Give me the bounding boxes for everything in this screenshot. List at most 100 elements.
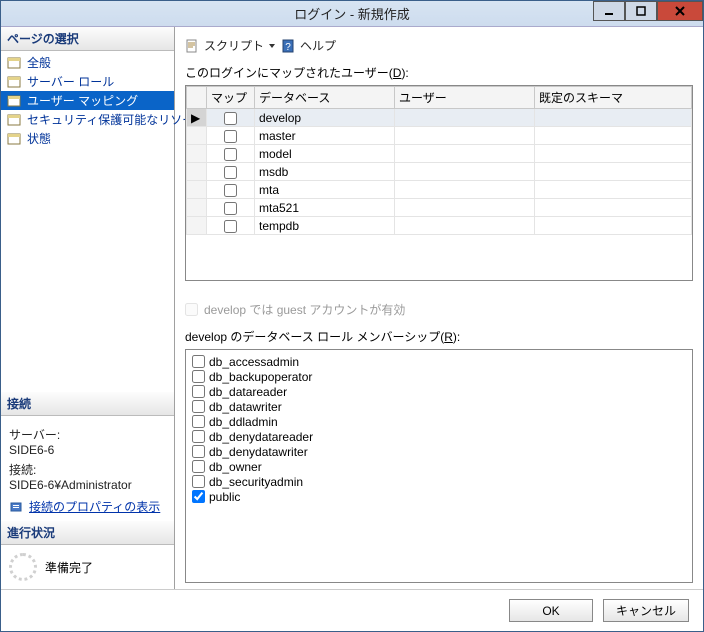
role-checkbox[interactable] — [192, 460, 205, 473]
role-item[interactable]: public — [192, 489, 686, 504]
page-icon — [7, 56, 23, 70]
row-header — [187, 145, 207, 163]
user-cell — [395, 109, 535, 127]
schema-cell — [535, 163, 692, 181]
role-checkbox[interactable] — [192, 355, 205, 368]
col-database[interactable]: データベース — [255, 87, 395, 109]
role-name: db_datareader — [209, 385, 287, 399]
page-icon — [7, 94, 23, 108]
map-checkbox[interactable] — [224, 184, 237, 197]
server-label: サーバー: — [9, 426, 166, 443]
map-checkbox[interactable] — [224, 148, 237, 161]
page-item-status[interactable]: 状態 — [1, 129, 174, 148]
col-schema[interactable]: 既定のスキーマ — [535, 87, 692, 109]
map-checkbox[interactable] — [224, 130, 237, 143]
minimize-button[interactable] — [593, 1, 625, 21]
page-item-server-roles[interactable]: サーバー ロール — [1, 72, 174, 91]
map-checkbox[interactable] — [224, 220, 237, 233]
map-checkbox[interactable] — [224, 166, 237, 179]
user-cell — [395, 145, 535, 163]
help-button[interactable]: ? ヘルプ — [281, 37, 336, 54]
role-item[interactable]: db_backupoperator — [192, 369, 686, 384]
table-row[interactable]: mta521 — [187, 199, 692, 217]
role-item[interactable]: db_securityadmin — [192, 474, 686, 489]
page-item-label: ユーザー マッピング — [27, 92, 138, 109]
script-dropdown[interactable]: スクリプト — [185, 37, 275, 54]
pages-header: ページの選択 — [1, 27, 174, 51]
db-cell: mta521 — [255, 199, 395, 217]
user-cell — [395, 163, 535, 181]
role-checkbox[interactable] — [192, 475, 205, 488]
role-checkbox[interactable] — [192, 490, 205, 503]
chevron-down-icon — [269, 44, 275, 48]
help-icon: ? — [281, 38, 297, 54]
role-name: db_securityadmin — [209, 475, 303, 489]
user-cell — [395, 217, 535, 235]
progress-header: 進行状況 — [1, 521, 174, 545]
table-row[interactable]: msdb — [187, 163, 692, 181]
titlebar: ログイン - 新規作成 — [1, 1, 703, 27]
page-item-user-mapping[interactable]: ユーザー マッピング — [1, 91, 174, 110]
map-checkbox[interactable] — [224, 112, 237, 125]
table-row[interactable]: tempdb — [187, 217, 692, 235]
role-checkbox[interactable] — [192, 445, 205, 458]
page-item-general[interactable]: 全般 — [1, 53, 174, 72]
user-cell — [395, 127, 535, 145]
row-header — [187, 163, 207, 181]
db-cell: master — [255, 127, 395, 145]
connection-props-icon — [9, 499, 25, 515]
roles-list[interactable]: db_accessadmindb_backupoperatordb_datare… — [185, 349, 693, 583]
db-cell: develop — [255, 109, 395, 127]
role-name: db_datawriter — [209, 400, 282, 414]
role-checkbox[interactable] — [192, 415, 205, 428]
dialog-footer: OK キャンセル — [1, 589, 703, 631]
row-header — [187, 199, 207, 217]
page-item-securables[interactable]: セキュリティ保護可能なリソース — [1, 110, 174, 129]
page-item-label: 状態 — [27, 130, 51, 147]
role-item[interactable]: db_accessadmin — [192, 354, 686, 369]
script-label: スクリプト — [204, 37, 264, 54]
maximize-button[interactable] — [625, 1, 657, 21]
schema-cell — [535, 145, 692, 163]
table-row[interactable]: ▶ develop — [187, 109, 692, 127]
map-checkbox[interactable] — [224, 202, 237, 215]
guest-enabled-label: develop では guest アカウントが有効 — [204, 301, 405, 318]
page-icon — [7, 75, 23, 89]
role-item[interactable]: db_owner — [192, 459, 686, 474]
page-item-label: 全般 — [27, 54, 51, 71]
right-pane: スクリプト ? ヘルプ このログインにマップされたユーザー(D): — [175, 27, 703, 589]
role-item[interactable]: db_denydatareader — [192, 429, 686, 444]
table-row[interactable]: master — [187, 127, 692, 145]
page-icon — [7, 132, 23, 146]
cancel-button[interactable]: キャンセル — [603, 599, 689, 622]
role-name: public — [209, 490, 240, 504]
role-item[interactable]: db_ddladmin — [192, 414, 686, 429]
db-cell: model — [255, 145, 395, 163]
role-item[interactable]: db_datawriter — [192, 399, 686, 414]
col-map[interactable]: マップ — [207, 87, 255, 109]
row-header: ▶ — [187, 109, 207, 127]
role-checkbox[interactable] — [192, 370, 205, 383]
connection-props-link[interactable]: 接続のプロパティの表示 — [29, 498, 160, 515]
role-checkbox[interactable] — [192, 400, 205, 413]
svg-text:?: ? — [285, 42, 291, 53]
conn-value: SIDE6-6¥Administrator — [9, 478, 166, 492]
user-cell — [395, 181, 535, 199]
toolbar: スクリプト ? ヘルプ — [185, 33, 693, 62]
role-name: db_owner — [209, 460, 262, 474]
col-user[interactable]: ユーザー — [395, 87, 535, 109]
page-list: 全般 サーバー ロール ユーザー マッピング セキュリティ保護可能なリソース 状… — [1, 51, 174, 150]
role-item[interactable]: db_denydatawriter — [192, 444, 686, 459]
row-header-corner — [187, 87, 207, 109]
role-checkbox[interactable] — [192, 385, 205, 398]
role-checkbox[interactable] — [192, 430, 205, 443]
table-row[interactable]: model — [187, 145, 692, 163]
close-button[interactable] — [657, 1, 703, 21]
conn-label: 接続: — [9, 461, 166, 478]
row-header — [187, 181, 207, 199]
schema-cell — [535, 109, 692, 127]
table-row[interactable]: mta — [187, 181, 692, 199]
role-item[interactable]: db_datareader — [192, 384, 686, 399]
user-mapping-table[interactable]: マップ データベース ユーザー 既定のスキーマ ▶ developmastermo… — [185, 85, 693, 281]
ok-button[interactable]: OK — [509, 599, 593, 622]
